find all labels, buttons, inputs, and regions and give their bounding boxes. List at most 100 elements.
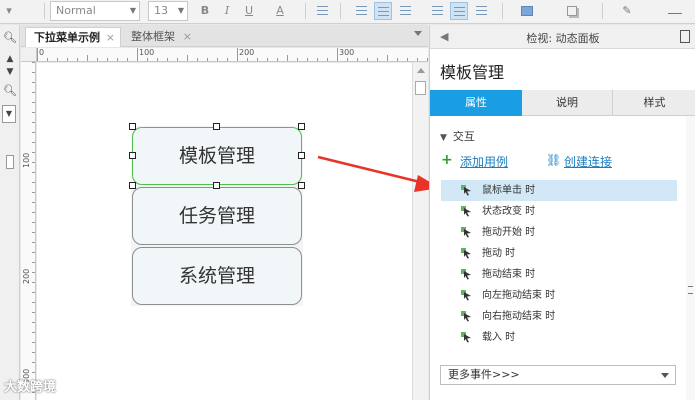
plus-icon[interactable]: +: [441, 152, 453, 168]
create-link-link[interactable]: 创建连接: [564, 153, 612, 170]
align-right-button[interactable]: [396, 2, 414, 20]
ruler-tick: [327, 58, 328, 61]
text-color-button[interactable]: A: [265, 2, 295, 20]
shadow-button[interactable]: [560, 2, 584, 20]
text-style-select[interactable]: Normal ▼: [50, 1, 140, 21]
toolbar-divider: [502, 3, 503, 19]
ruler-tick: [32, 152, 35, 153]
close-icon[interactable]: ×: [106, 28, 115, 47]
toolbar-divider: [305, 3, 306, 19]
ruler-tick: [32, 122, 35, 123]
fill-color-button[interactable]: [512, 2, 542, 20]
link-icon[interactable]: ⛓: [546, 153, 561, 167]
interaction-section-header[interactable]: ▼ 交互: [440, 128, 475, 144]
fill-color-icon: [521, 6, 533, 16]
align-left-button[interactable]: [352, 2, 370, 20]
resize-handle[interactable]: [213, 182, 220, 189]
search-icon[interactable]: 🔍︎: [2, 83, 18, 99]
ruler-label: 200: [239, 48, 255, 57]
ruler-tick: [32, 242, 35, 243]
resize-handle[interactable]: [298, 123, 305, 130]
ruler-tick: [32, 282, 35, 283]
ruler-tick: [32, 272, 35, 273]
list-icon: [316, 6, 328, 15]
tab-dropdown-example[interactable]: 下拉菜单示例 ×: [25, 27, 121, 47]
resize-handle[interactable]: [298, 152, 305, 159]
dropdown-arrow-icon[interactable]: ▾: [0, 2, 18, 20]
close-icon[interactable]: ×: [183, 27, 192, 46]
bold-button[interactable]: B: [196, 2, 214, 20]
document-tab-bar: 下拉菜单示例 × 整体框架 ×: [21, 25, 428, 47]
line-style-button[interactable]: [660, 2, 690, 20]
ruler-tick: [32, 352, 35, 353]
ruler-tick: [217, 58, 218, 61]
ruler-tick: [32, 192, 35, 193]
event-item-load[interactable]: 载入 时: [441, 327, 677, 348]
resize-handle[interactable]: [298, 182, 305, 189]
font-size-select[interactable]: 13 ▼: [148, 1, 188, 21]
inspector-scrollbar[interactable]: [686, 116, 695, 400]
ruler-tick: [32, 142, 35, 143]
ruler-tick: [67, 58, 68, 61]
valign-top-button[interactable]: [428, 2, 446, 20]
event-cursor-icon: [461, 332, 471, 343]
resize-handle[interactable]: [213, 123, 220, 130]
ruler-tick: [32, 372, 35, 373]
ruler-tick: [32, 132, 35, 133]
resize-handle[interactable]: [129, 123, 136, 130]
canvas-vertical-scrollbar[interactable]: [412, 63, 428, 400]
event-item-state-change[interactable]: 状态改变 时: [441, 201, 677, 222]
scroll-up-icon[interactable]: [417, 68, 425, 73]
more-events-select[interactable]: 更多事件>>>: [440, 365, 676, 385]
ruler-tick: [32, 62, 35, 63]
ruler-tick: [247, 58, 248, 61]
scrollbar-thumb[interactable]: [415, 81, 426, 95]
resize-handle[interactable]: [129, 182, 136, 189]
ruler-tick: [337, 48, 338, 61]
widget-name-field[interactable]: 模板管理: [440, 59, 504, 83]
menu-item-template-management[interactable]: 模板管理: [132, 127, 302, 185]
valign-middle-button[interactable]: [450, 2, 468, 20]
scroll-down-icon[interactable]: ▼: [2, 64, 18, 80]
font-size-value: 13: [154, 4, 168, 17]
tab-label: 整体框架: [131, 30, 175, 43]
ruler-tick: [147, 58, 148, 61]
tab-notes[interactable]: 说明: [522, 90, 613, 116]
menu-item-system-management[interactable]: 系统管理: [132, 247, 302, 305]
event-item-swipe-left-end[interactable]: 向左拖动结束 时: [441, 285, 677, 306]
add-case-link[interactable]: 添加用例: [460, 153, 508, 170]
dropdown-arrow-icon[interactable]: ▼: [2, 105, 16, 123]
search-icon[interactable]: 🔍︎: [2, 30, 18, 46]
italic-button[interactable]: I: [218, 2, 236, 20]
ruler-tick: [267, 58, 268, 61]
event-item-swipe-right-end[interactable]: 向右拖动结束 时: [441, 306, 677, 327]
event-cursor-icon: [461, 290, 471, 301]
chevron-down-icon: ▼: [177, 6, 184, 15]
underline-button[interactable]: U: [240, 2, 258, 20]
page-icon[interactable]: [680, 30, 690, 43]
event-item-drag[interactable]: 拖动 时: [441, 243, 677, 264]
bullet-list-button[interactable]: [313, 2, 331, 20]
ruler-tick: [357, 58, 358, 61]
scroll-handle[interactable]: [2, 153, 18, 171]
ruler-tick: [107, 58, 108, 61]
tab-menu-icon[interactable]: [414, 31, 422, 36]
ruler-tick: [427, 58, 428, 61]
align-center-button[interactable]: [374, 2, 392, 20]
event-item-drag-start[interactable]: 拖动开始 时: [441, 222, 677, 243]
event-item-drag-end[interactable]: 拖动结束 时: [441, 264, 677, 285]
event-label: 鼠标单击 时: [482, 185, 536, 196]
event-item-click[interactable]: 鼠标单击 时: [441, 180, 677, 201]
valign-bottom-button[interactable]: [472, 2, 490, 20]
line-color-button[interactable]: ✎: [612, 2, 642, 20]
ruler-tick: [32, 312, 35, 313]
tab-style[interactable]: 样式: [613, 90, 695, 116]
tab-overall-frame[interactable]: 整体框架 ×: [123, 27, 197, 47]
event-cursor-icon: [461, 185, 471, 196]
event-cursor-icon: [461, 248, 471, 259]
format-toolbar: ▾ Normal ▼ 13 ▼ B I U A ✎: [0, 0, 695, 24]
tab-properties[interactable]: 属性: [430, 90, 522, 116]
resize-handle[interactable]: [129, 152, 136, 159]
menu-item-task-management[interactable]: 任务管理: [132, 187, 302, 245]
scroll-grip-icon: [688, 286, 693, 294]
